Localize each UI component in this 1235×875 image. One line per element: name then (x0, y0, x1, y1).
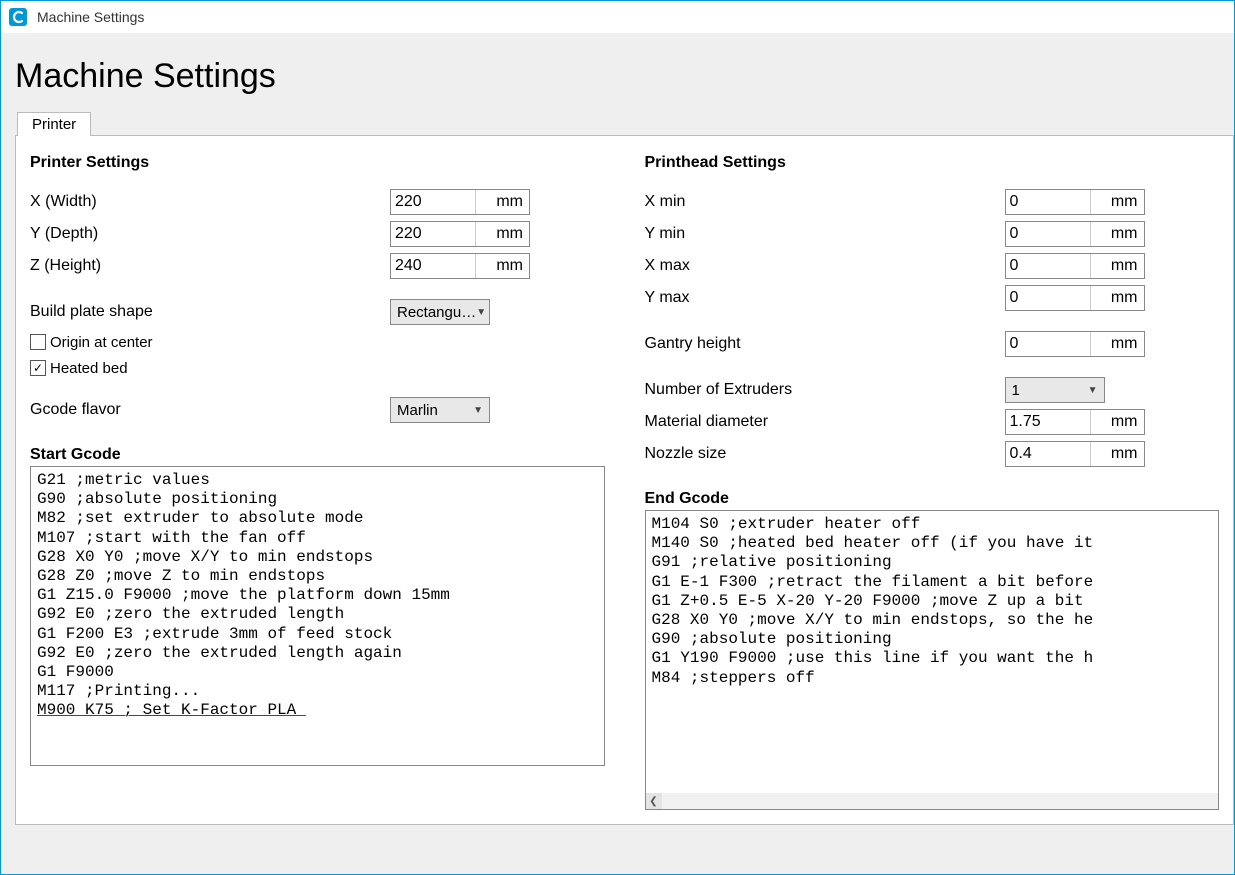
z-height-input[interactable] (391, 254, 476, 278)
y-min-row: Y min mm (645, 220, 1220, 248)
x-min-field: mm (1005, 189, 1145, 215)
build-plate-shape-row: Build plate shape Rectangu… ▼ (30, 298, 605, 326)
build-plate-shape-dropdown[interactable]: Rectangu… ▼ (390, 299, 490, 325)
y-depth-label: Y (Depth) (30, 225, 390, 243)
end-gcode-heading: End Gcode (645, 490, 1220, 508)
gcode-flavor-dropdown[interactable]: Marlin ▼ (390, 397, 490, 423)
tab-printer[interactable]: Printer (17, 112, 91, 136)
num-extruders-row: Number of Extruders 1 ▼ (645, 376, 1220, 404)
gantry-height-label: Gantry height (645, 335, 1005, 353)
tabs-row: Printer (15, 112, 1234, 136)
tab-panel: Printer Settings X (Width) mm Y (Depth) … (15, 135, 1234, 825)
y-min-input[interactable] (1006, 222, 1091, 246)
start-gcode-highlighted-line: M900 K75 ; Set K-Factor PLA (37, 701, 306, 719)
app-icon (7, 6, 29, 28)
scroll-track[interactable] (662, 793, 1219, 809)
z-height-field: mm (390, 253, 530, 279)
origin-at-center-label: Origin at center (50, 334, 153, 351)
x-width-field: mm (390, 189, 530, 215)
end-gcode-box: M104 S0 ;extruder heater off M140 S0 ;he… (645, 510, 1220, 810)
end-gcode-textarea[interactable]: M104 S0 ;extruder heater off M140 S0 ;he… (646, 511, 1219, 793)
origin-at-center-row: Origin at center (30, 330, 605, 354)
num-extruders-label: Number of Extruders (645, 381, 1005, 399)
gcode-flavor-row: Gcode flavor Marlin ▼ (30, 396, 605, 424)
y-depth-input[interactable] (391, 222, 476, 246)
start-gcode-textarea[interactable]: G21 ;metric values G90 ;absolute positio… (31, 467, 604, 749)
printhead-settings-column: Printhead Settings X min mm Y min mm (645, 154, 1220, 810)
end-gcode-hscrollbar[interactable]: ❮ (646, 793, 1219, 809)
scroll-left-icon[interactable]: ❮ (646, 793, 662, 809)
num-extruders-value: 1 (1012, 382, 1020, 399)
start-gcode-box: G21 ;metric values G90 ;absolute positio… (30, 466, 605, 766)
heated-bed-checkbox[interactable] (30, 360, 46, 376)
origin-at-center-checkbox[interactable] (30, 334, 46, 350)
material-diameter-label: Material diameter (645, 413, 1005, 431)
x-min-input[interactable] (1006, 190, 1091, 214)
printer-settings-column: Printer Settings X (Width) mm Y (Depth) … (30, 154, 605, 810)
x-width-row: X (Width) mm (30, 188, 605, 216)
y-min-field: mm (1005, 221, 1145, 247)
material-diameter-field: mm (1005, 409, 1145, 435)
printer-settings-heading: Printer Settings (30, 154, 605, 172)
printhead-settings-heading: Printhead Settings (645, 154, 1220, 172)
chevron-down-icon: ▼ (473, 405, 483, 416)
x-max-row: X max mm (645, 252, 1220, 280)
z-height-row: Z (Height) mm (30, 252, 605, 280)
x-max-unit: mm (1091, 257, 1144, 275)
build-plate-shape-value: Rectangu… (397, 304, 476, 321)
x-min-label: X min (645, 193, 1005, 211)
chevron-down-icon: ▼ (1088, 385, 1098, 396)
chevron-down-icon: ▼ (476, 307, 486, 318)
titlebar: Machine Settings (1, 1, 1234, 33)
gantry-height-unit: mm (1091, 335, 1144, 353)
nozzle-size-row: Nozzle size mm (645, 440, 1220, 468)
z-height-unit: mm (476, 257, 529, 275)
nozzle-size-unit: mm (1091, 445, 1144, 463)
start-gcode-heading: Start Gcode (30, 446, 605, 464)
y-min-label: Y min (645, 225, 1005, 243)
x-max-label: X max (645, 257, 1005, 275)
gantry-height-input[interactable] (1006, 332, 1091, 356)
start-gcode-content: G21 ;metric values G90 ;absolute positio… (37, 471, 450, 700)
nozzle-size-label: Nozzle size (645, 445, 1005, 463)
y-depth-unit: mm (476, 225, 529, 243)
x-max-input[interactable] (1006, 254, 1091, 278)
gantry-height-field: mm (1005, 331, 1145, 357)
window-title: Machine Settings (37, 9, 144, 25)
x-min-unit: mm (1091, 193, 1144, 211)
nozzle-size-field: mm (1005, 441, 1145, 467)
page-title: Machine Settings (15, 57, 1234, 96)
x-width-unit: mm (476, 193, 529, 211)
machine-settings-window: Machine Settings Machine Settings Printe… (0, 0, 1235, 875)
x-max-field: mm (1005, 253, 1145, 279)
y-min-unit: mm (1091, 225, 1144, 243)
nozzle-size-input[interactable] (1006, 442, 1091, 466)
y-max-field: mm (1005, 285, 1145, 311)
heated-bed-row: Heated bed (30, 356, 605, 380)
num-extruders-dropdown[interactable]: 1 ▼ (1005, 377, 1105, 403)
y-max-unit: mm (1091, 289, 1144, 307)
material-diameter-row: Material diameter mm (645, 408, 1220, 436)
x-width-input[interactable] (391, 190, 476, 214)
heated-bed-label: Heated bed (50, 360, 128, 377)
material-diameter-unit: mm (1091, 413, 1144, 431)
gcode-flavor-label: Gcode flavor (30, 401, 390, 419)
y-max-label: Y max (645, 289, 1005, 307)
content-area: Machine Settings Printer Printer Setting… (1, 33, 1234, 825)
gcode-flavor-value: Marlin (397, 402, 438, 419)
build-plate-shape-label: Build plate shape (30, 303, 390, 321)
z-height-label: Z (Height) (30, 257, 390, 275)
y-max-row: Y max mm (645, 284, 1220, 312)
y-depth-field: mm (390, 221, 530, 247)
material-diameter-input[interactable] (1006, 410, 1091, 434)
y-depth-row: Y (Depth) mm (30, 220, 605, 248)
gantry-height-row: Gantry height mm (645, 330, 1220, 358)
y-max-input[interactable] (1006, 286, 1091, 310)
x-width-label: X (Width) (30, 193, 390, 211)
x-min-row: X min mm (645, 188, 1220, 216)
